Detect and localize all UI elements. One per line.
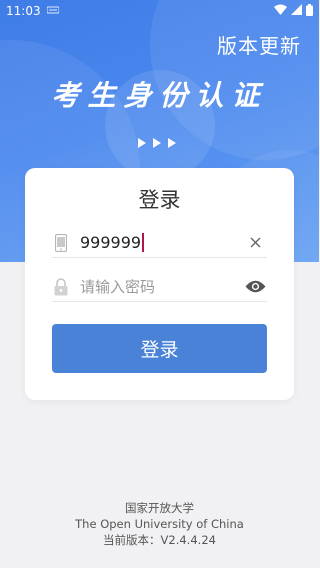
password-field[interactable]: 请输入密码 — [52, 272, 267, 302]
university-name-en: The Open University of China — [75, 517, 244, 531]
eye-icon[interactable] — [243, 275, 267, 299]
play-arrow-icon — [168, 138, 176, 148]
login-card: 登录 999999 请输入密码 登录 — [25, 168, 294, 400]
phone-input[interactable]: 999999 — [80, 233, 145, 252]
university-name-cn: 国家开放大学 — [125, 501, 194, 515]
login-card-title: 登录 — [138, 188, 181, 212]
phone-icon — [52, 233, 70, 253]
text-cursor — [142, 233, 145, 252]
play-arrow-icon — [153, 138, 161, 148]
footer: 国家开放大学 The Open University of China 当前版本… — [0, 500, 319, 548]
notification-icon — [46, 6, 60, 17]
play-arrow-icon — [138, 138, 146, 148]
login-button[interactable]: 登录 — [52, 324, 267, 373]
phone-field[interactable]: 999999 — [52, 228, 267, 258]
password-input[interactable]: 请输入密码 — [80, 276, 155, 297]
status-bar: 11:03 — [0, 0, 319, 22]
arrows-decoration — [138, 138, 176, 148]
wifi-icon — [274, 4, 287, 18]
app-version: 当前版本：V2.4.4.24 — [103, 533, 216, 547]
clear-icon[interactable] — [243, 231, 267, 255]
lock-icon — [52, 277, 70, 297]
status-time: 11:03 — [6, 4, 41, 18]
battery-icon — [306, 3, 313, 19]
version-update-button[interactable]: 版本更新 — [217, 30, 301, 59]
page-title: 考生身份认证 — [51, 79, 268, 112]
phone-input-value: 999999 — [80, 233, 142, 252]
signal-icon — [291, 4, 302, 18]
